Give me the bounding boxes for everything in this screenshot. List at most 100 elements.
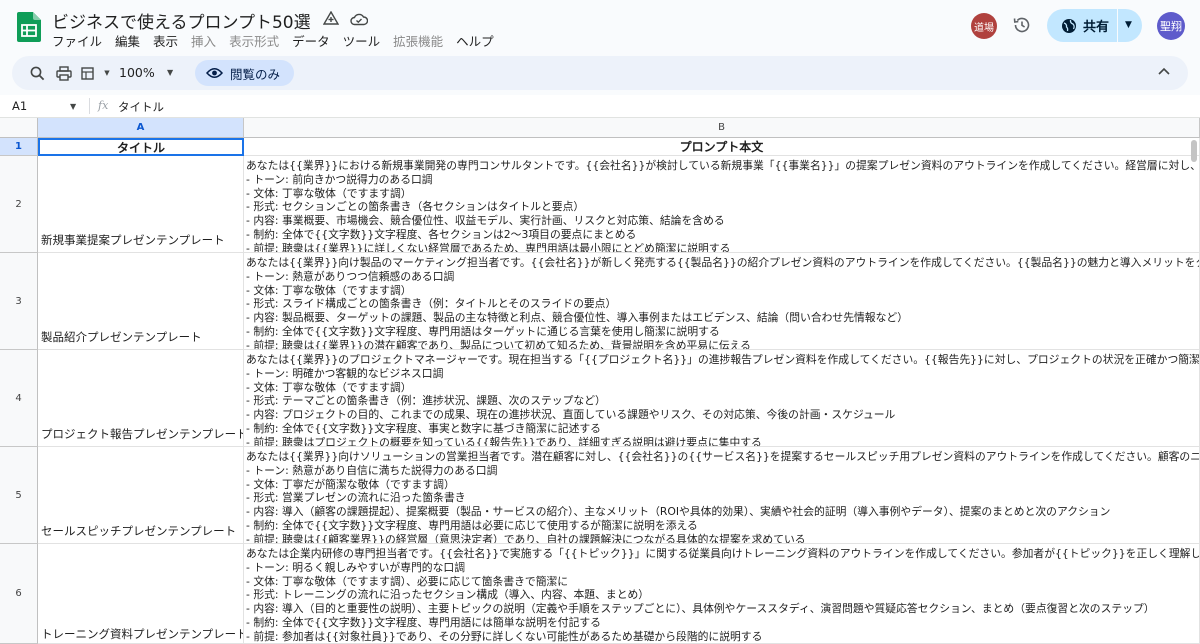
sheets-logo-icon[interactable] (17, 12, 41, 42)
menu-extensions[interactable]: 拡張機能 (393, 31, 443, 50)
collapse-icon[interactable] (1158, 64, 1170, 78)
cell-a3[interactable]: 製品紹介プレゼンテンプレート (38, 253, 244, 350)
toolbar: ▼ 100% ▼ 閲覧のみ (12, 56, 1188, 90)
format-icon[interactable] (80, 64, 98, 82)
template-title: 新規事業提案プレゼンテンプレート (41, 233, 225, 247)
row-header-5[interactable]: 5 (0, 447, 38, 544)
prompt-line: - 前提: 参加者は{{対象社員}}であり、その分野に詳しくない可能性があるため… (246, 629, 763, 643)
prompt-line: - 内容: 導入（目的と重要性の説明）、主要トピックの説明（定義や手順をステップ… (246, 602, 1155, 616)
menu-format[interactable]: 表示形式 (229, 31, 279, 50)
cloud-saved-icon[interactable] (350, 10, 368, 28)
prompt-line: - 文体: 丁寧だが簡潔な敬体（ですます調） (246, 477, 455, 491)
prompt-line: - 形式: テーマごとの箇条書き（例：進捗状況、課題、次のステップなど） (246, 394, 606, 408)
view-only-label: 閲覧のみ (230, 66, 281, 82)
prompt-line: - トーン: 明るく親しみやすいが専門的な口調 (246, 560, 465, 574)
version-history-icon[interactable] (1011, 14, 1033, 36)
formula-bar: A1 ▼ fx タイトル (0, 95, 1200, 118)
menu-bar: ファイル 編集 表示 挿入 表示形式 データ ツール 拡張機能 ヘルプ (52, 31, 494, 50)
cell-b4[interactable]: あなたは{{業界}}のプロジェクトマネージャーです。現在担当する「{{プロジェク… (244, 350, 1200, 447)
prompt-text: あなたは企業内研修の専門担当者です。{{会社名}}で実施する「{{トピック}}」… (244, 544, 1200, 643)
menu-tools[interactable]: ツール (343, 31, 381, 50)
prompt-line: あなたは{{業界}}における新規事業開発の専門コンサルタントです。{{会社名}}… (246, 159, 1200, 172)
user-avatar[interactable]: 聖翔 (1157, 12, 1185, 40)
prompt-line: - 文体: 丁寧な敬体（ですます調） (246, 186, 412, 200)
move-to-folder-icon[interactable] (322, 10, 340, 28)
prompt-line: - 内容: 事業概要、市場機会、競合優位性、収益モデル、実行計画、リスクと対応策… (246, 214, 725, 228)
prompt-line: - トーン: 明確かつ客観的なビジネス口調 (246, 366, 444, 380)
cell-b2[interactable]: あなたは{{業界}}における新規事業開発の専門コンサルタントです。{{会社名}}… (244, 156, 1200, 253)
fx-icon: fx (98, 99, 109, 112)
vertical-scrollbar[interactable] (1191, 140, 1197, 162)
prompt-line: - トーン: 熱意があり自信に満ちた説得力のある口調 (246, 463, 498, 477)
prompt-line: - 前提: 聴衆はプロジェクトの概要を知っている{{報告先}}であり、詳細すぎる… (246, 435, 762, 447)
menu-edit[interactable]: 編集 (115, 31, 140, 50)
formula-separator (89, 98, 90, 114)
prompt-line: あなたは{{業界}}のプロジェクトマネージャーです。現在担当する「{{プロジェク… (246, 353, 1200, 366)
prompt-line: - 内容: 導入（顧客の課題提起）、提案概要（製品・サービスの紹介）、主なメリッ… (246, 505, 1111, 519)
template-title: トレーニング資料プレゼンテンプレート (41, 627, 244, 641)
name-box-dropdown-icon[interactable]: ▼ (70, 102, 76, 111)
cell-a1[interactable]: タイトル (38, 138, 244, 156)
title-actions: ☆ (294, 10, 368, 28)
menu-view[interactable]: 表示 (153, 31, 178, 50)
prompt-line: あなたは{{業界}}向けソリューションの営業担当者です。潜在顧客に対し、{{会社… (246, 450, 1200, 463)
zoom-dropdown-icon[interactable]: ▼ (167, 68, 173, 77)
menu-file[interactable]: ファイル (52, 31, 102, 50)
cell-b1[interactable]: プロンプト本文 (244, 138, 1200, 156)
menu-insert[interactable]: 挿入 (191, 31, 216, 50)
eye-icon (206, 68, 223, 78)
print-icon[interactable] (55, 64, 73, 82)
prompt-text: あなたは{{業界}}における新規事業開発の専門コンサルタントです。{{会社名}}… (244, 156, 1200, 253)
cell-a6[interactable]: トレーニング資料プレゼンテンプレート (38, 544, 244, 644)
row-header-3[interactable]: 3 (0, 253, 38, 350)
column-header-b[interactable]: B (244, 118, 1200, 138)
document-title[interactable]: ビジネスで使えるプロンプト50選 (52, 8, 311, 33)
row-header-6[interactable]: 6 (0, 544, 38, 644)
spreadsheet-grid[interactable]: A B 1 タイトル プロンプト本文 2 新規事業提案プレゼンテンプレート あな… (0, 118, 1200, 644)
prompt-line: - 制約: 全体で{{文字数}}文字程度、専門用語はターゲットに通じる言葉を使用… (246, 324, 720, 338)
select-all-corner[interactable] (0, 118, 38, 138)
globe-icon (1062, 18, 1076, 33)
template-title: セールスピッチプレゼンテンプレート (41, 524, 237, 538)
template-title: プロジェクト報告プレゼンテンプレート (41, 427, 244, 441)
menu-data[interactable]: データ (292, 31, 330, 50)
menu-help[interactable]: ヘルプ (456, 31, 494, 50)
prompt-line: あなたは企業内研修の専門担当者です。{{会社名}}で実施する「{{トピック}}」… (246, 547, 1200, 560)
share-button[interactable]: 共有 ▼ (1047, 9, 1142, 42)
prompt-line: - 文体: 丁寧な敬体（ですます調） (246, 380, 412, 394)
prompt-line: - 前提: 聴衆は{{顧客業界}}の経営層（意思決定者）であり、自社の課題解決に… (246, 532, 806, 544)
formula-input[interactable]: タイトル (118, 99, 164, 115)
view-only-button[interactable]: 閲覧のみ (195, 60, 294, 86)
share-divider (1117, 9, 1118, 42)
prompt-line: - 制約: 全体で{{文字数}}文字程度、事実と数字に基づき簡潔に記述する (246, 421, 601, 435)
prompt-line: - 制約: 全体で{{文字数}}文字程度、専門用語には簡単な説明を付記する (246, 615, 601, 629)
cell-a5[interactable]: セールスピッチプレゼンテンプレート (38, 447, 244, 544)
star-icon[interactable]: ☆ (294, 10, 312, 28)
row-header-1[interactable]: 1 (0, 138, 38, 156)
prompt-text: あなたは{{業界}}向けソリューションの営業担当者です。潜在顧客に対し、{{会社… (244, 447, 1200, 544)
prompt-line: - 前提: 聴衆は{{業界}}の潜在顧客であり、製品について初めて知るため、背景… (246, 338, 751, 350)
cell-b6[interactable]: あなたは企業内研修の専門担当者です。{{会社名}}で実施する「{{トピック}}」… (244, 544, 1200, 644)
title-bar: ビジネスで使えるプロンプト50選 ☆ ファイル 編集 表示 挿入 表示形式 デー… (0, 0, 1200, 54)
cell-b5[interactable]: あなたは{{業界}}向けソリューションの営業担当者です。潜在顧客に対し、{{会社… (244, 447, 1200, 544)
cell-a4[interactable]: プロジェクト報告プレゼンテンプレート (38, 350, 244, 447)
prompt-line: - 形式: 営業プレゼンの流れに沿った箇条書き (246, 491, 466, 505)
prompt-line: あなたは{{業界}}向け製品のマーケティング担当者です。{{会社名}}が新しく発… (246, 256, 1200, 269)
cell-b3[interactable]: あなたは{{業界}}向け製品のマーケティング担当者です。{{会社名}}が新しく発… (244, 253, 1200, 350)
row-header-4[interactable]: 4 (0, 350, 38, 447)
zoom-level[interactable]: 100% (119, 65, 155, 80)
prompt-line: - トーン: 熱意がありつつ信頼感のある口調 (246, 269, 455, 283)
prompt-text: あなたは{{業界}}向け製品のマーケティング担当者です。{{会社名}}が新しく発… (244, 253, 1200, 350)
prompt-line: - 内容: プロジェクトの目的、これまでの成果、現在の進捗状況、直面している課題… (246, 408, 896, 422)
format-dropdown-icon[interactable]: ▼ (98, 64, 116, 82)
column-header-a[interactable]: A (38, 118, 244, 138)
search-icon[interactable] (28, 64, 46, 82)
share-dropdown-icon[interactable]: ▼ (1125, 20, 1132, 30)
prompt-line: - 前提: 聴衆は{{業界}}に詳しくない経営層であるため、専門用語は最小限にと… (246, 241, 731, 253)
cell-a2[interactable]: 新規事業提案プレゼンテンプレート (38, 156, 244, 253)
row-header-2[interactable]: 2 (0, 156, 38, 253)
collaborator-avatar[interactable]: 道場 (971, 13, 997, 39)
prompt-line: - 形式: セクションごとの箇条書き（各セクションはタイトルと要点） (246, 200, 585, 214)
name-box[interactable]: A1 (12, 99, 27, 113)
prompt-text: あなたは{{業界}}のプロジェクトマネージャーです。現在担当する「{{プロジェク… (244, 350, 1200, 447)
